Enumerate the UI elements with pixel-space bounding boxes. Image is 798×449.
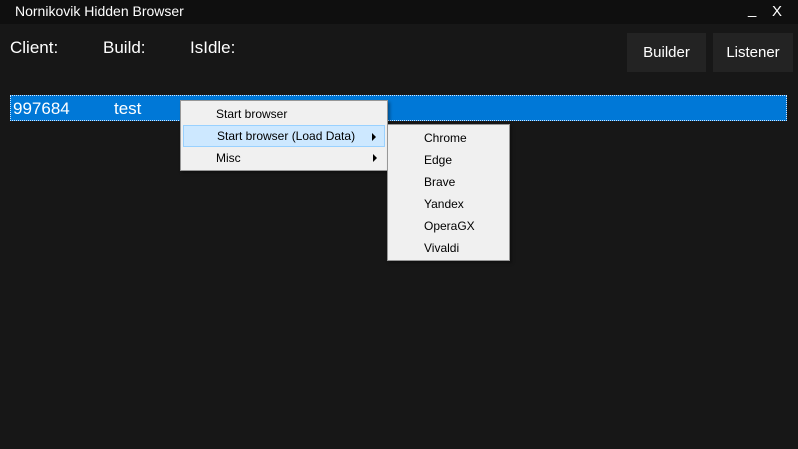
menu-item-label: Misc: [216, 151, 241, 165]
browser-submenu: Chrome Edge Brave Yandex OperaGX Vivaldi: [387, 124, 510, 261]
menu-item-start-browser[interactable]: Start browser: [183, 103, 385, 125]
context-menu: Start browser Start browser (Load Data) …: [180, 100, 388, 171]
minimize-button[interactable]: _: [748, 1, 756, 18]
submenu-item-label: Vivaldi: [424, 241, 460, 255]
submenu-item-edge[interactable]: Edge: [390, 149, 507, 171]
submenu-item-label: Edge: [424, 153, 453, 167]
main-window: Nornikovik Hidden Browser _ X Client: Bu…: [0, 0, 798, 449]
client-row[interactable]: 997684 test: [10, 95, 787, 121]
isidle-label: IsIdle:: [190, 38, 236, 57]
submenu-item-label: Chrome: [424, 131, 467, 145]
close-button[interactable]: X: [772, 3, 782, 20]
submenu-item-chrome[interactable]: Chrome: [390, 127, 507, 149]
menu-item-misc[interactable]: Misc: [183, 147, 385, 169]
submenu-item-label: Yandex: [424, 197, 464, 211]
listener-button[interactable]: Listener: [713, 33, 793, 72]
client-id-cell: 997684: [13, 99, 70, 118]
builder-button[interactable]: Builder: [627, 33, 706, 72]
window-title: Nornikovik Hidden Browser: [15, 3, 184, 19]
submenu-item-yandex[interactable]: Yandex: [390, 193, 507, 215]
submenu-arrow-icon: [372, 133, 376, 141]
submenu-item-brave[interactable]: Brave: [390, 171, 507, 193]
submenu-item-vivaldi[interactable]: Vivaldi: [390, 237, 507, 259]
submenu-item-operagx[interactable]: OperaGX: [390, 215, 507, 237]
build-label: Build:: [103, 38, 146, 57]
client-name-cell: test: [114, 99, 142, 118]
client-label: Client:: [10, 38, 59, 57]
submenu-item-label: Brave: [424, 175, 456, 189]
title-bar[interactable]: Nornikovik Hidden Browser _ X: [0, 0, 798, 24]
menu-item-label: Start browser: [216, 107, 288, 121]
submenu-item-label: OperaGX: [424, 219, 475, 233]
menu-item-label: Start browser (Load Data): [217, 129, 356, 143]
submenu-arrow-icon: [373, 154, 377, 162]
menu-item-start-browser-load-data[interactable]: Start browser (Load Data): [183, 125, 385, 147]
